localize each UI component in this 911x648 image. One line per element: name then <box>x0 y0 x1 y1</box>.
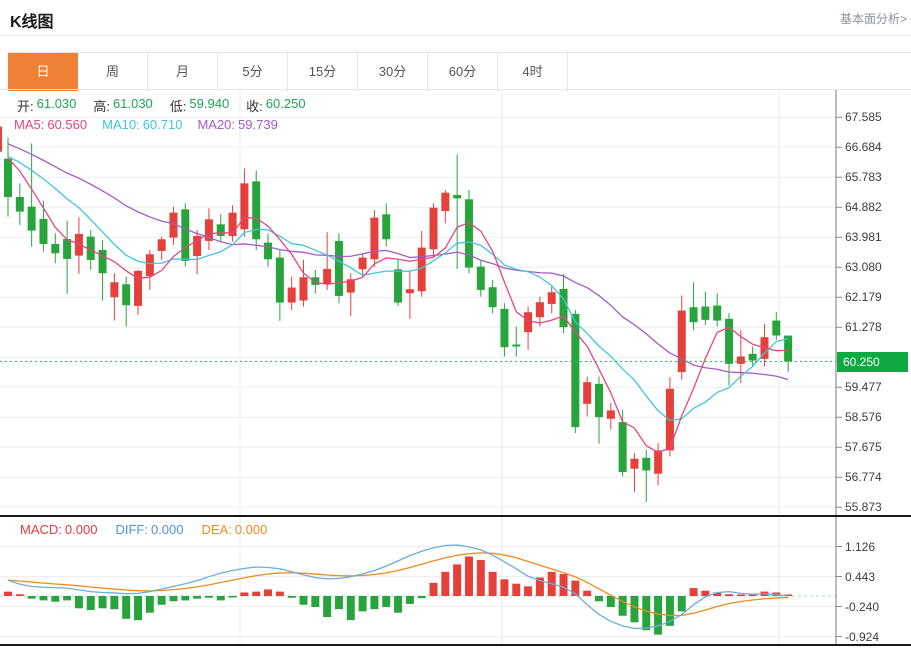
macd-axis-label: -0.240 <box>845 599 879 615</box>
kline-chart-canvas[interactable] <box>0 90 911 648</box>
axis-frame <box>0 90 911 646</box>
macd-axis-label: 0.443 <box>845 569 875 585</box>
macd-value: MACD:0.000 <box>20 522 97 537</box>
ma5-value: MA5:60.560 <box>14 117 87 132</box>
price-axis-label: 62.179 <box>845 289 882 305</box>
price-axis-label: 57.675 <box>845 439 882 455</box>
macd-layer <box>0 545 836 635</box>
price-axis-label: 55.873 <box>845 499 882 515</box>
gridlines <box>0 90 836 644</box>
price-axis-label: 58.576 <box>845 409 882 425</box>
price-axis-label: 64.882 <box>845 199 882 215</box>
tab-4hour[interactable]: 4时 <box>498 53 568 91</box>
dea-value: DEA:0.000 <box>201 522 267 537</box>
price-axis-label: 66.684 <box>845 139 882 155</box>
price-axis-label: 61.278 <box>845 319 882 335</box>
ma10-value: MA10:60.710 <box>102 117 182 132</box>
ma-legend: MA5:60.560 MA10:60.710 MA20:59.739 <box>14 117 278 132</box>
ohlc-legend: 开:61.030 高:61.030 低:59.940 收:60.250 <box>17 96 306 115</box>
period-tab-bar: 日 周 月 5分 15分 30分 60分 4时 <box>8 52 911 91</box>
macd-axis-label: 1.126 <box>845 539 875 555</box>
current-price-tag: 60.250 <box>837 352 908 372</box>
tab-month[interactable]: 月 <box>148 53 218 91</box>
tab-week[interactable]: 周 <box>78 53 148 91</box>
tab-day[interactable]: 日 <box>8 53 78 91</box>
price-axis-label: 67.585 <box>845 109 882 125</box>
price-axis-label: 59.477 <box>845 379 882 395</box>
tab-60min[interactable]: 60分 <box>428 53 498 91</box>
macd-legend: MACD:0.000 DIFF:0.000 DEA:0.000 <box>20 522 267 537</box>
price-axis-label: 63.080 <box>845 259 882 275</box>
header-divider <box>0 35 911 36</box>
candles-layer <box>0 123 836 502</box>
macd-axis-label: -0.924 <box>845 629 879 645</box>
kline-app: K线图 基本面分析> 日 周 月 5分 15分 30分 60分 4时 开:61.… <box>0 0 911 648</box>
close-value: 收:60.250 <box>246 96 305 115</box>
tab-30min[interactable]: 30分 <box>358 53 428 91</box>
diff-value: DIFF:0.000 <box>115 522 183 537</box>
ma20-value: MA20:59.739 <box>197 117 277 132</box>
high-value: 高:61.030 <box>93 96 152 115</box>
price-axis-label: 65.783 <box>845 169 882 185</box>
page-title: K线图 <box>10 8 54 32</box>
fundamental-analysis-link[interactable]: 基本面分析> <box>840 10 907 27</box>
low-value: 低:59.940 <box>170 96 229 115</box>
price-axis-label: 63.981 <box>845 229 882 245</box>
price-axis-label: 56.774 <box>845 469 882 485</box>
tab-15min[interactable]: 15分 <box>288 53 358 91</box>
open-value: 开:61.030 <box>17 96 76 115</box>
tab-5min[interactable]: 5分 <box>218 53 288 91</box>
